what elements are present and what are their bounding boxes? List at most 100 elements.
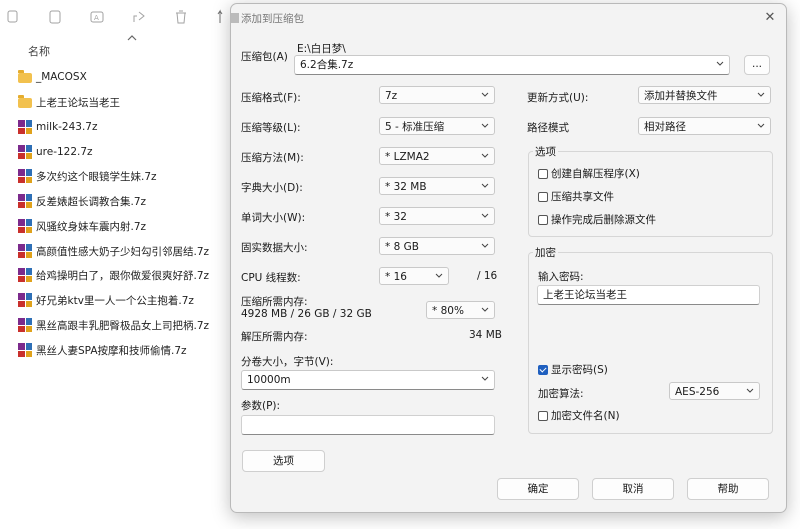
- list-item[interactable]: 给鸡操明白了，跟你做爱很爽好舒.7z: [18, 265, 209, 285]
- checkbox-box: [538, 214, 548, 225]
- solid-label: 固实数据大小:: [241, 242, 308, 254]
- chevron-down-icon: [481, 213, 489, 218]
- algo-label: 加密算法:: [538, 388, 584, 400]
- browse-button[interactable]: ...: [744, 55, 770, 75]
- list-item[interactable]: 高颜值性感大奶子少妇勾引邻居结.7z: [18, 241, 209, 261]
- delete-after-checkbox[interactable]: 操作完成后删除源文件: [538, 212, 656, 227]
- path-mode-label: 路径模式: [527, 122, 569, 134]
- shared-checkbox[interactable]: 压缩共享文件: [538, 189, 614, 204]
- archive-icon: [18, 244, 32, 258]
- archive-icon: [18, 268, 32, 282]
- copy-icon[interactable]: [5, 9, 21, 25]
- share-icon[interactable]: [131, 9, 147, 25]
- list-item[interactable]: 黑丝高跟丰乳肥臀极品女上司把柄.7z: [18, 315, 209, 335]
- archive-path: E:\白日梦\: [297, 43, 346, 55]
- word-select[interactable]: * 32: [379, 207, 495, 225]
- split-size-combo[interactable]: 10000m: [241, 370, 495, 390]
- password-input[interactable]: 上老王论坛当老王: [537, 285, 760, 305]
- chevron-down-icon: [757, 123, 765, 128]
- options-button[interactable]: 选项: [242, 450, 325, 472]
- archive-icon: [18, 219, 32, 233]
- dict-label: 字典大小(D):: [241, 182, 303, 194]
- list-item[interactable]: 好兄弟ktv里一人一个公主抱着.7z: [18, 290, 194, 310]
- add-to-archive-dialog: 添加到压缩包 ✕ 压缩包(A) E:\白日梦\ 6.2合集.7z ... 压缩格…: [230, 3, 787, 513]
- archive-name-combo[interactable]: 6.2合集.7z: [294, 55, 730, 75]
- list-item[interactable]: ure-122.7z: [18, 142, 93, 162]
- checkbox-box: [538, 168, 548, 179]
- chevron-down-icon: [481, 153, 489, 158]
- chevron-down-icon: [757, 92, 765, 97]
- threads-label: CPU 线程数:: [241, 272, 301, 284]
- folder-icon: [18, 95, 32, 108]
- checkbox-box: [538, 191, 548, 202]
- list-item[interactable]: _MACOSX: [18, 67, 87, 87]
- algo-select[interactable]: AES-256: [669, 382, 760, 400]
- paste-icon[interactable]: [47, 9, 63, 25]
- app-icon: [231, 13, 239, 23]
- archive-icon: [18, 293, 32, 307]
- options-group-title: 选项: [533, 144, 558, 159]
- format-select[interactable]: 7z: [379, 86, 495, 104]
- column-header-name[interactable]: 名称: [28, 43, 50, 59]
- chevron-down-icon: [716, 61, 724, 66]
- rename-icon[interactable]: A: [89, 9, 105, 25]
- params-label: 参数(P):: [241, 400, 281, 412]
- close-icon[interactable]: ✕: [763, 11, 777, 25]
- sfx-checkbox[interactable]: 创建自解压程序(X): [538, 166, 640, 181]
- archive-icon: [18, 120, 32, 134]
- list-item[interactable]: 反差婊超长调教合集.7z: [18, 191, 146, 211]
- mem-usage-select[interactable]: * 80%: [426, 301, 495, 319]
- list-item[interactable]: milk-243.7z: [18, 117, 98, 137]
- word-label: 单词大小(W):: [241, 212, 306, 224]
- update-label: 更新方式(U):: [527, 92, 589, 104]
- list-item[interactable]: 上老王论坛当老王: [18, 92, 120, 112]
- chevron-down-icon: [481, 123, 489, 128]
- cancel-button[interactable]: 取消: [592, 478, 674, 500]
- mem-decomp-label: 解压所需内存:: [241, 331, 308, 343]
- method-select[interactable]: * LZMA2: [379, 147, 495, 165]
- collapse-chevron-icon[interactable]: [126, 33, 138, 43]
- list-item[interactable]: 多次约这个眼镜学生妹.7z: [18, 166, 157, 186]
- chevron-down-icon: [481, 92, 489, 97]
- format-label: 压缩格式(F):: [241, 92, 301, 104]
- level-label: 压缩等级(L):: [241, 122, 301, 134]
- archive-icon: [18, 343, 32, 357]
- dict-select[interactable]: * 32 MB: [379, 177, 495, 195]
- params-input[interactable]: [241, 415, 495, 435]
- checkbox-box-checked: [538, 364, 548, 375]
- chevron-down-icon: [481, 183, 489, 188]
- level-select[interactable]: 5 - 标准压缩: [379, 117, 495, 135]
- mem-comp-detail: 4928 MB / 26 GB / 32 GB: [241, 308, 372, 320]
- archive-icon: [18, 318, 32, 332]
- threads-select[interactable]: * 16: [379, 267, 449, 285]
- update-select[interactable]: 添加并替换文件: [638, 86, 771, 104]
- archive-icon: [18, 194, 32, 208]
- threads-total: / 16: [477, 270, 498, 282]
- chevron-down-icon: [746, 388, 754, 393]
- method-label: 压缩方法(M):: [241, 152, 304, 164]
- archive-label: 压缩包(A): [241, 51, 288, 63]
- password-label: 输入密码:: [538, 271, 584, 283]
- help-button[interactable]: 帮助: [687, 478, 769, 500]
- chevron-down-icon: [481, 376, 489, 381]
- show-password-checkbox[interactable]: 显示密码(S): [538, 362, 608, 377]
- dialog-title: 添加到压缩包: [241, 13, 304, 25]
- chevron-down-icon: [481, 243, 489, 248]
- chevron-down-icon: [481, 307, 489, 312]
- split-label: 分卷大小，字节(V):: [241, 356, 334, 368]
- archive-icon: [18, 169, 32, 183]
- chevron-down-icon: [435, 273, 443, 278]
- mem-decomp-value: 34 MB: [469, 329, 502, 341]
- checkbox-box: [538, 410, 548, 421]
- ok-button[interactable]: 确定: [497, 478, 579, 500]
- path-mode-select[interactable]: 相对路径: [638, 117, 771, 135]
- mem-comp-label: 压缩所需内存:: [241, 296, 308, 308]
- svg-text:A: A: [94, 14, 99, 22]
- encryption-group-title: 加密: [533, 245, 558, 260]
- solid-select[interactable]: * 8 GB: [379, 237, 495, 255]
- list-item[interactable]: 风骚纹身妹车震内射.7z: [18, 216, 146, 236]
- folder-icon: [18, 70, 32, 83]
- list-item[interactable]: 黑丝人妻SPA按摩和技师偷情.7z: [18, 340, 187, 360]
- encrypt-names-checkbox[interactable]: 加密文件名(N): [538, 408, 620, 423]
- delete-icon[interactable]: [173, 9, 189, 25]
